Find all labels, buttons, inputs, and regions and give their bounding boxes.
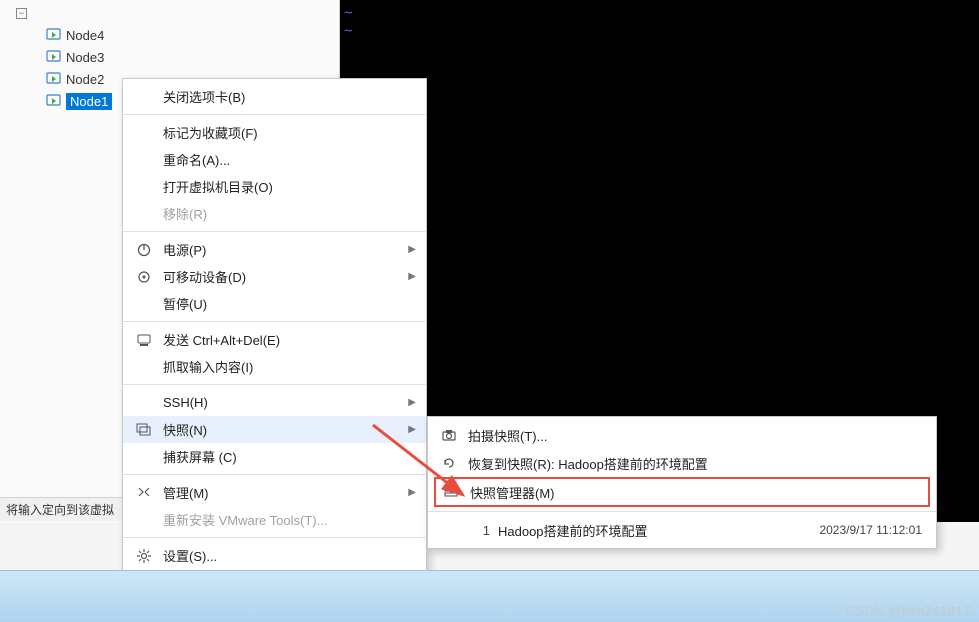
menu-separator: [123, 537, 426, 538]
blank-icon: [133, 294, 155, 314]
power-icon: [133, 240, 155, 260]
manage-icon: [133, 483, 155, 503]
tree-node-node3[interactable]: Node3: [10, 46, 339, 68]
collapse-icon[interactable]: −: [16, 8, 27, 19]
menu-separator: [123, 114, 426, 115]
tree-node-label: Node1: [66, 93, 112, 110]
status-bar: 将输入定向到该虚拟: [0, 497, 128, 521]
vm-icon: [46, 27, 62, 43]
menu-capture-screen[interactable]: 捕获屏幕 (C): [123, 443, 426, 470]
settings-icon: [133, 546, 155, 566]
menu-label: 重命名(A)...: [163, 150, 416, 169]
blank-icon: [133, 204, 155, 224]
blank-icon: [133, 123, 155, 143]
blank-icon: [133, 150, 155, 170]
camera-icon: [438, 425, 460, 445]
submenu-revert-snapshot[interactable]: 恢复到快照(R): Hadoop搭建前的环境配置: [428, 449, 936, 477]
tree-node-label: Node3: [66, 50, 104, 65]
chevron-right-icon: ▶: [408, 271, 416, 282]
menu-remove: 移除(R): [123, 200, 426, 227]
menu-mark-favorite[interactable]: 标记为收藏项(F): [123, 119, 426, 146]
menu-label: 抓取输入内容(I): [163, 357, 416, 376]
menu-separator: [428, 511, 936, 512]
menu-label: 快照管理器(M): [470, 483, 920, 502]
vm-icon: [46, 93, 62, 109]
tree-root-collapse[interactable]: −: [10, 2, 339, 24]
blank-icon: [133, 447, 155, 467]
menu-label: 设置(S)...: [163, 546, 416, 565]
tree-node-label: Node2: [66, 72, 104, 87]
menu-label: 打开虚拟机目录(O): [163, 177, 416, 196]
menu-label: 快照(N): [163, 420, 408, 439]
menu-settings[interactable]: 设置(S)...: [123, 542, 426, 569]
menu-label: 关闭选项卡(B): [163, 87, 416, 106]
menu-label: 重新安装 VMware Tools(T)...: [163, 510, 416, 529]
snapshot-index: 1: [468, 523, 490, 538]
snapshot-time: 2023/9/17 11:12:01: [819, 523, 922, 537]
taskbar[interactable]: [0, 570, 979, 622]
tree-node-label: Node4: [66, 28, 104, 43]
chevron-right-icon: ▶: [408, 487, 416, 498]
context-menu: 关闭选项卡(B) 标记为收藏项(F) 重命名(A)... 打开虚拟机目录(O) …: [122, 78, 427, 574]
menu-send-cad[interactable]: 发送 Ctrl+Alt+Del(E): [123, 326, 426, 353]
snapshot-icon: [133, 420, 155, 440]
tree-node-node4[interactable]: Node4: [10, 24, 339, 46]
send-icon: [133, 330, 155, 350]
menu-reinstall-tools: 重新安装 VMware Tools(T)...: [123, 506, 426, 533]
chevron-right-icon: ▶: [408, 397, 416, 408]
menu-rename[interactable]: 重命名(A)...: [123, 146, 426, 173]
menu-label: 电源(P): [163, 240, 408, 259]
menu-separator: [123, 384, 426, 385]
menu-power[interactable]: 电源(P) ▶: [123, 236, 426, 263]
blank-icon: [133, 177, 155, 197]
submenu-take-snapshot[interactable]: 拍摄快照(T)...: [428, 421, 936, 449]
snap-manager-icon: [440, 482, 462, 502]
terminal-tilde: ~: [344, 22, 975, 40]
chevron-right-icon: ▶: [408, 424, 416, 435]
menu-label: 可移动设备(D): [163, 267, 408, 286]
menu-label: 拍摄快照(T)...: [468, 426, 922, 445]
watermark: CSDN @hsh241817: [846, 603, 971, 618]
snapshot-submenu: 拍摄快照(T)... 恢复到快照(R): Hadoop搭建前的环境配置 快照管理…: [427, 416, 937, 549]
menu-label: 管理(M): [163, 483, 408, 502]
blank-icon: [133, 357, 155, 377]
menu-label: 恢复到快照(R): Hadoop搭建前的环境配置: [468, 454, 922, 473]
blank-icon: [133, 393, 155, 413]
menu-open-vm-dir[interactable]: 打开虚拟机目录(O): [123, 173, 426, 200]
menu-close-tab[interactable]: 关闭选项卡(B): [123, 83, 426, 110]
menu-grab-input[interactable]: 抓取输入内容(I): [123, 353, 426, 380]
menu-ssh[interactable]: SSH(H) ▶: [123, 389, 426, 416]
terminal-tilde: ~: [344, 4, 975, 22]
menu-removable-devices[interactable]: 可移动设备(D) ▶: [123, 263, 426, 290]
vm-icon: [46, 71, 62, 87]
blank-icon: [438, 520, 460, 540]
menu-label: SSH(H): [163, 395, 408, 410]
blank-icon: [133, 87, 155, 107]
revert-icon: [438, 453, 460, 473]
snapshot-name: Hadoop搭建前的环境配置: [498, 521, 648, 540]
submenu-snapshot-manager[interactable]: 快照管理器(M): [434, 477, 930, 507]
menu-separator: [123, 231, 426, 232]
menu-label: 暂停(U): [163, 294, 416, 313]
submenu-snapshot-entry[interactable]: 1 Hadoop搭建前的环境配置 2023/9/17 11:12:01: [428, 516, 936, 544]
chevron-right-icon: ▶: [408, 244, 416, 255]
menu-label: 移除(R): [163, 204, 416, 223]
menu-pause[interactable]: 暂停(U): [123, 290, 426, 317]
menu-snapshot[interactable]: 快照(N) ▶: [123, 416, 426, 443]
status-text: 将输入定向到该虚拟: [6, 503, 114, 517]
menu-manage[interactable]: 管理(M) ▶: [123, 479, 426, 506]
menu-label: 捕获屏幕 (C): [163, 447, 416, 466]
menu-separator: [123, 321, 426, 322]
menu-label: 标记为收藏项(F): [163, 123, 416, 142]
vm-icon: [46, 49, 62, 65]
blank-icon: [133, 510, 155, 530]
menu-label: 发送 Ctrl+Alt+Del(E): [163, 330, 416, 349]
devices-icon: [133, 267, 155, 287]
menu-separator: [123, 474, 426, 475]
